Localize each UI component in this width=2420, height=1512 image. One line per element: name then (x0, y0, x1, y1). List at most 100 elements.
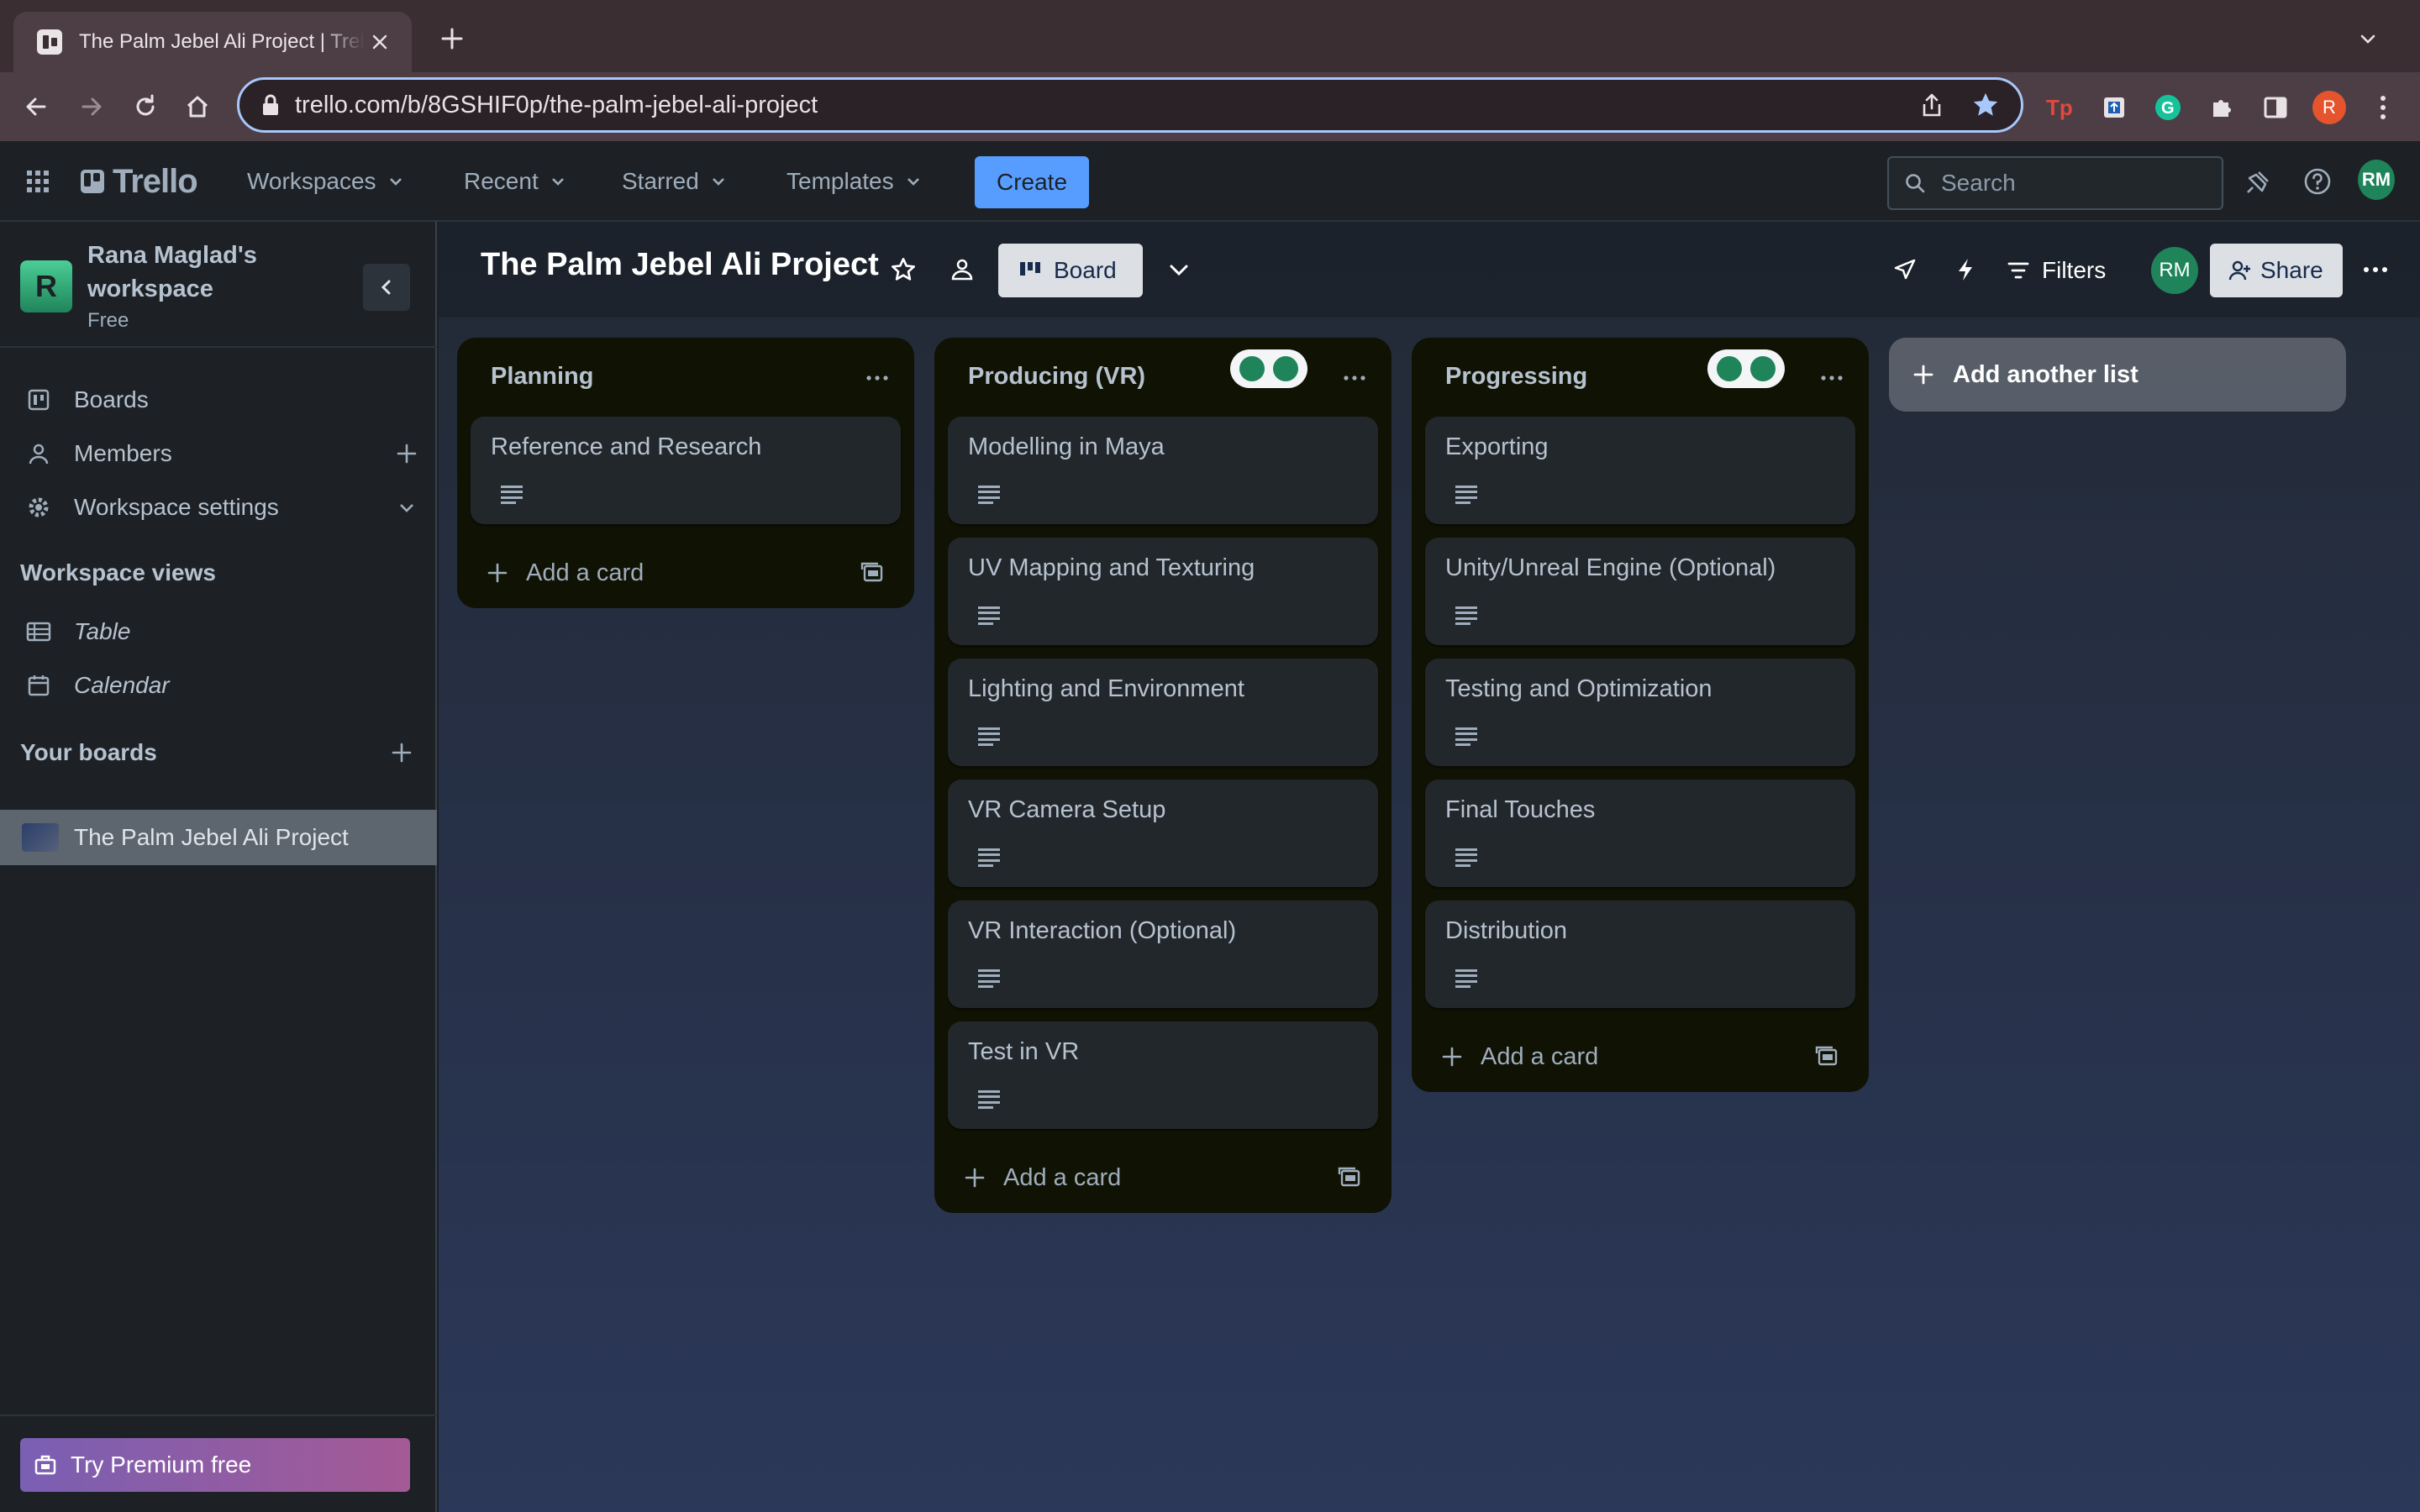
chevron-down-icon (389, 178, 402, 186)
tab-search-chevron-icon[interactable] (2353, 24, 2383, 54)
templates-menu[interactable]: Templates (786, 141, 923, 222)
back-icon[interactable] (17, 87, 55, 126)
search-input[interactable]: Search (1887, 156, 2223, 210)
plus-icon (1913, 365, 1933, 385)
share-page-icon[interactable] (1913, 87, 1950, 123)
sidebar-item-workspace-settings[interactable]: Workspace settings (0, 482, 437, 533)
plus-icon (1439, 1043, 1465, 1070)
sidebar-item-calendar[interactable]: Calendar (0, 660, 437, 711)
card[interactable]: Testing and Optimization (1425, 659, 1855, 766)
add-another-list-button[interactable]: Add another list (1889, 338, 2346, 412)
browser-tab[interactable]: The Palm Jebel Ali Project | Trello (13, 12, 412, 72)
board-view-button[interactable]: Board (998, 244, 1143, 297)
add-card-button[interactable]: Add a card (457, 538, 914, 608)
card[interactable]: VR Camera Setup (948, 780, 1378, 887)
card[interactable]: UV Mapping and Texturing (948, 538, 1378, 645)
tp-extension-icon[interactable]: Tp (2042, 89, 2079, 126)
board-menu-icon[interactable] (2356, 250, 2395, 289)
card-template-icon[interactable] (1812, 1042, 1842, 1072)
help-icon[interactable] (2299, 163, 2336, 200)
visibility-icon[interactable] (943, 250, 981, 289)
person-icon (25, 440, 52, 467)
home-icon[interactable] (178, 87, 217, 126)
workspace-name[interactable]: Rana Maglad's workspace (87, 239, 306, 306)
description-icon (978, 727, 1000, 746)
forward-icon[interactable] (72, 87, 111, 126)
sidebar-item-members[interactable]: Members (0, 428, 437, 479)
views-chevron-down-icon[interactable] (1160, 250, 1198, 289)
add-board-plus-icon[interactable] (385, 736, 418, 769)
star-icon[interactable] (884, 250, 923, 289)
card[interactable]: VR Interaction (Optional) (948, 900, 1378, 1008)
add-card-button[interactable]: Add a card (1412, 1021, 1869, 1092)
side-panel-icon[interactable] (2257, 89, 2294, 126)
trello-logo[interactable]: Trello (81, 141, 198, 222)
workspaces-menu[interactable]: Workspaces (247, 141, 405, 222)
notifications-icon[interactable] (2240, 163, 2277, 200)
list-menu-icon[interactable] (1334, 358, 1375, 398)
tab-close-icon[interactable] (365, 27, 395, 57)
chevron-down-icon[interactable] (390, 491, 424, 524)
lock-icon[interactable] (260, 92, 281, 118)
profile-avatar[interactable]: R (2311, 89, 2348, 126)
list-extension-badges[interactable] (1707, 349, 1785, 388)
app-switcher-icon[interactable] (25, 141, 50, 222)
starred-menu[interactable]: Starred (622, 141, 728, 222)
card[interactable]: Test in VR (948, 1021, 1378, 1129)
board-canvas: The Palm Jebel Ali Project Board Filters… (439, 222, 2420, 1512)
grammarly-badge-icon (1239, 356, 1265, 381)
list-title[interactable]: Planning (491, 363, 593, 391)
trello-favicon-icon (37, 29, 62, 55)
card[interactable]: Distribution (1425, 900, 1855, 1008)
add-person-icon (2228, 260, 2250, 281)
description-icon (978, 606, 1000, 625)
filters-button[interactable]: Filters (2007, 244, 2106, 297)
create-button[interactable]: Create (975, 156, 1089, 208)
search-icon (1906, 174, 1925, 193)
chevron-left-icon (381, 280, 391, 295)
list-title[interactable]: Progressing (1445, 363, 1587, 391)
reload-icon[interactable] (126, 87, 165, 126)
list-menu-icon[interactable] (857, 358, 897, 398)
extensions-puzzle-icon[interactable] (2203, 89, 2240, 126)
card[interactable]: Exporting (1425, 417, 1855, 524)
workspace-views-heading: Workspace views (20, 559, 216, 585)
workspace-badge[interactable]: R (20, 260, 72, 312)
user-avatar[interactable]: RM (2358, 160, 2395, 200)
browser-menu-icon[interactable] (2365, 89, 2402, 126)
tab-title: The Palm Jebel Ali Project | Trello (79, 30, 365, 53)
new-tab-icon[interactable] (437, 24, 467, 54)
automation-bolt-icon[interactable] (1946, 250, 1985, 289)
card[interactable]: Lighting and Environment (948, 659, 1378, 766)
card-template-icon[interactable] (857, 558, 887, 588)
list-title[interactable]: Producing (VR) (968, 363, 1145, 391)
screenshot-extension-icon[interactable] (2096, 89, 2133, 126)
card[interactable]: Modelling in Maya (948, 417, 1378, 524)
description-icon (1455, 848, 1477, 867)
share-button[interactable]: Share (2210, 244, 2343, 297)
card[interactable]: Unity/Unreal Engine (Optional) (1425, 538, 1855, 645)
sidebar-item-boards[interactable]: Boards (0, 375, 437, 425)
card[interactable]: Reference and Research (471, 417, 901, 524)
add-card-button[interactable]: Add a card (934, 1142, 1392, 1213)
card[interactable]: Final Touches (1425, 780, 1855, 887)
list-planning: Planning Reference and Research Add a ca… (457, 338, 914, 608)
list-extension-badges[interactable] (1230, 349, 1307, 388)
power-ups-rocket-icon[interactable] (1886, 250, 1924, 289)
try-premium-button[interactable]: Try Premium free (20, 1438, 410, 1492)
sidebar-item-table[interactable]: Table (0, 606, 437, 657)
card-template-icon[interactable] (1334, 1163, 1365, 1193)
description-icon (978, 848, 1000, 867)
calendar-icon (25, 672, 52, 699)
list-menu-icon[interactable] (1812, 358, 1852, 398)
sidebar-board-item[interactable]: The Palm Jebel Ali Project (0, 810, 437, 865)
grammarly-extension-icon[interactable]: G (2149, 89, 2186, 126)
board-member-avatar[interactable]: RM (2151, 247, 2198, 294)
collapse-sidebar-button[interactable] (363, 264, 410, 311)
bookmark-star-icon[interactable] (1967, 87, 2004, 123)
add-member-plus-icon[interactable] (390, 437, 424, 470)
plus-icon (484, 559, 511, 586)
address-bar[interactable]: trello.com/b/8GSHIF0p/the-palm-jebel-ali… (237, 77, 2023, 133)
recent-menu[interactable]: Recent (464, 141, 567, 222)
board-title[interactable]: The Palm Jebel Ali Project (481, 247, 879, 283)
